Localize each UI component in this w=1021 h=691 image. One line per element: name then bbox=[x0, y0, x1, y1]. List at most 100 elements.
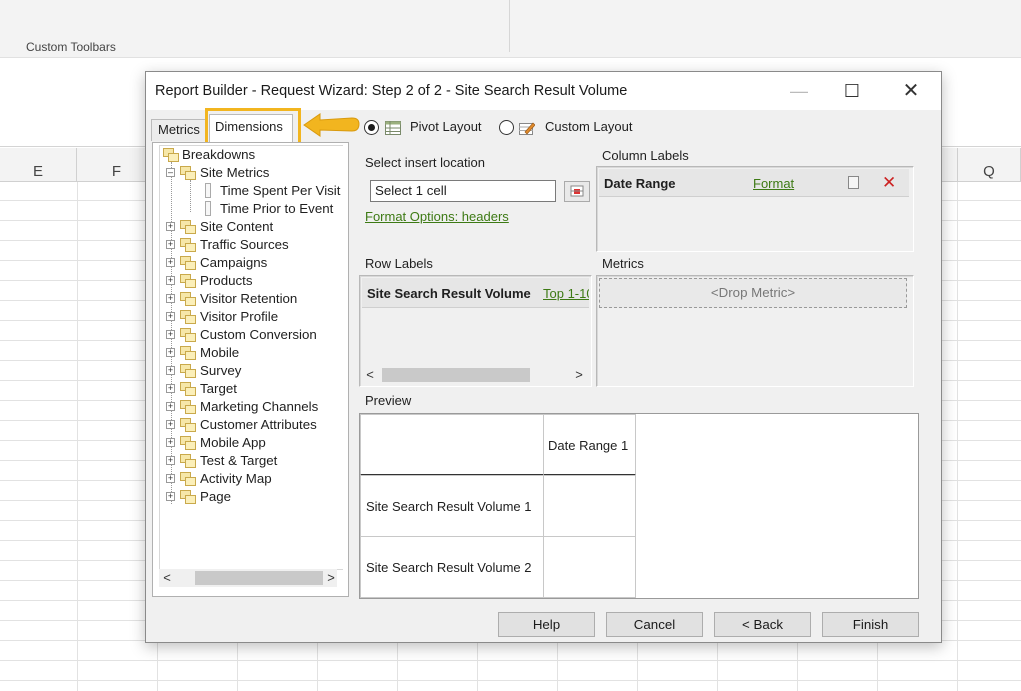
tree-horizontal-scrollbar[interactable]: < > bbox=[159, 569, 337, 587]
format-options-headers-link[interactable]: Format Options: headers bbox=[365, 209, 509, 224]
scroll-left-icon[interactable]: < bbox=[159, 569, 175, 587]
expand-icon[interactable]: + bbox=[166, 438, 175, 447]
calculator-icon[interactable] bbox=[848, 176, 859, 189]
cell-picker-button[interactable] bbox=[564, 181, 590, 202]
expand-icon[interactable]: + bbox=[166, 276, 175, 285]
tree-item-activity-map[interactable]: + Activity Map bbox=[160, 470, 340, 488]
folder-icon bbox=[180, 418, 196, 432]
remove-icon[interactable]: ✕ bbox=[882, 173, 896, 193]
tree-item-campaigns[interactable]: + Campaigns bbox=[160, 254, 340, 272]
insert-location-field[interactable]: Select 1 cell bbox=[370, 180, 556, 202]
folder-icon bbox=[180, 256, 196, 270]
dimensions-tree-panel: Breakdowns – Site Metrics Time Spent Per… bbox=[152, 142, 349, 597]
expand-icon[interactable]: + bbox=[166, 474, 175, 483]
back-button[interactable]: < Back bbox=[714, 612, 811, 637]
tree-item-target[interactable]: + Target bbox=[160, 380, 340, 398]
folder-icon bbox=[180, 400, 196, 414]
request-wizard-dialog: Report Builder - Request Wizard: Step 2 … bbox=[145, 71, 942, 643]
column-format-link[interactable]: Format bbox=[753, 176, 794, 191]
tree-item-time-spent-per-visit[interactable]: Time Spent Per Visit bbox=[160, 182, 343, 200]
expand-icon[interactable]: + bbox=[166, 222, 175, 231]
preview-cell bbox=[543, 475, 636, 537]
minimize-button[interactable]: — bbox=[776, 72, 822, 110]
expand-icon[interactable]: + bbox=[166, 348, 175, 357]
dialog-titlebar[interactable]: Report Builder - Request Wizard: Step 2 … bbox=[146, 72, 941, 110]
dimensions-tree[interactable]: Breakdowns – Site Metrics Time Spent Per… bbox=[159, 145, 343, 570]
maximize-icon: ☐ bbox=[843, 81, 861, 101]
folder-icon bbox=[180, 310, 196, 324]
column-header-e[interactable]: E bbox=[0, 148, 77, 182]
tree-item-breakdowns[interactable]: Breakdowns bbox=[160, 146, 340, 164]
drop-metric-zone[interactable]: <Drop Metric> bbox=[599, 278, 907, 308]
expand-icon[interactable]: + bbox=[166, 312, 175, 321]
tree-item-survey[interactable]: + Survey bbox=[160, 362, 340, 380]
collapse-icon[interactable]: – bbox=[166, 168, 175, 177]
column-label-item-date-range[interactable]: Date Range Format ✕ bbox=[599, 169, 909, 197]
expand-icon[interactable]: + bbox=[166, 294, 175, 303]
tree-item-visitor-profile[interactable]: + Visitor Profile bbox=[160, 308, 340, 326]
folder-icon bbox=[163, 148, 179, 162]
column-labels-box[interactable]: Date Range Format ✕ bbox=[596, 166, 914, 252]
preview-heading: Preview bbox=[365, 393, 412, 408]
folder-icon bbox=[180, 166, 196, 180]
expand-icon[interactable]: + bbox=[166, 420, 175, 429]
cancel-button[interactable]: Cancel bbox=[606, 612, 703, 637]
pivot-layout-label[interactable]: Pivot Layout bbox=[410, 119, 482, 134]
tab-metrics[interactable]: Metrics bbox=[151, 119, 206, 141]
expand-icon[interactable]: + bbox=[166, 492, 175, 501]
custom-layout-radio[interactable] bbox=[499, 120, 514, 135]
tree-item-time-prior-to-event[interactable]: Time Prior to Event bbox=[160, 200, 343, 218]
metrics-heading: Metrics bbox=[602, 256, 644, 271]
tree-item-site-metrics[interactable]: – Site Metrics bbox=[160, 164, 340, 182]
row-label-item-name: Site Search Result Volume bbox=[367, 286, 531, 301]
folder-icon bbox=[180, 382, 196, 396]
scroll-right-icon[interactable]: > bbox=[323, 569, 339, 587]
excel-ribbon: Custom Toolbars bbox=[0, 0, 1021, 58]
column-labels-heading: Column Labels bbox=[602, 148, 689, 163]
tree-item-site-content[interactable]: + Site Content bbox=[160, 218, 340, 236]
tree-item-customer-attributes[interactable]: + Customer Attributes bbox=[160, 416, 340, 434]
dialog-title: Report Builder - Request Wizard: Step 2 … bbox=[155, 83, 628, 99]
tree-item-products[interactable]: + Products bbox=[160, 272, 340, 290]
scroll-right-icon[interactable]: > bbox=[571, 366, 587, 384]
scrollbar-thumb[interactable] bbox=[382, 368, 530, 382]
expand-icon[interactable]: + bbox=[166, 402, 175, 411]
folder-icon bbox=[180, 328, 196, 342]
tree-item-mobile[interactable]: + Mobile bbox=[160, 344, 340, 362]
column-label-item-name: Date Range bbox=[604, 176, 676, 191]
row-labels-heading: Row Labels bbox=[365, 256, 433, 271]
folder-icon bbox=[180, 490, 196, 504]
maximize-button[interactable]: ☐ bbox=[829, 72, 875, 110]
folder-icon bbox=[180, 364, 196, 378]
expand-icon[interactable]: + bbox=[166, 258, 175, 267]
tree-item-test-target[interactable]: + Test & Target bbox=[160, 452, 340, 470]
close-button[interactable]: ✕ bbox=[888, 72, 934, 110]
insert-location-label: Select insert location bbox=[365, 155, 485, 170]
row-top-link[interactable]: Top 1-10 bbox=[543, 286, 589, 301]
column-header-q[interactable]: Q bbox=[957, 148, 1021, 182]
folder-icon bbox=[180, 454, 196, 468]
expand-icon[interactable]: + bbox=[166, 384, 175, 393]
help-button[interactable]: Help bbox=[498, 612, 595, 637]
custom-layout-label[interactable]: Custom Layout bbox=[545, 119, 632, 134]
metrics-box[interactable]: <Drop Metric> bbox=[596, 275, 914, 387]
folder-icon bbox=[180, 238, 196, 252]
scroll-left-icon[interactable]: < bbox=[362, 366, 378, 384]
tree-item-visitor-retention[interactable]: + Visitor Retention bbox=[160, 290, 340, 308]
minimize-icon: — bbox=[790, 81, 808, 101]
pivot-layout-radio[interactable] bbox=[364, 120, 379, 135]
tree-item-traffic-sources[interactable]: + Traffic Sources bbox=[160, 236, 340, 254]
row-labels-box[interactable]: Site Search Result Volume Top 1-10 < > bbox=[359, 275, 592, 387]
expand-icon[interactable]: + bbox=[166, 366, 175, 375]
expand-icon[interactable]: + bbox=[166, 330, 175, 339]
row-label-item-site-search-result-volume[interactable]: Site Search Result Volume Top 1-10 bbox=[362, 278, 589, 308]
row-labels-horizontal-scrollbar[interactable]: < > bbox=[362, 366, 589, 384]
finish-button[interactable]: Finish bbox=[822, 612, 919, 637]
tree-item-custom-conversion[interactable]: + Custom Conversion bbox=[160, 326, 340, 344]
tree-item-mobile-app[interactable]: + Mobile App bbox=[160, 434, 340, 452]
tree-item-page[interactable]: + Page bbox=[160, 488, 340, 506]
expand-icon[interactable]: + bbox=[166, 240, 175, 249]
tree-item-marketing-channels[interactable]: + Marketing Channels bbox=[160, 398, 340, 416]
expand-icon[interactable]: + bbox=[166, 456, 175, 465]
scrollbar-thumb[interactable] bbox=[195, 571, 323, 585]
